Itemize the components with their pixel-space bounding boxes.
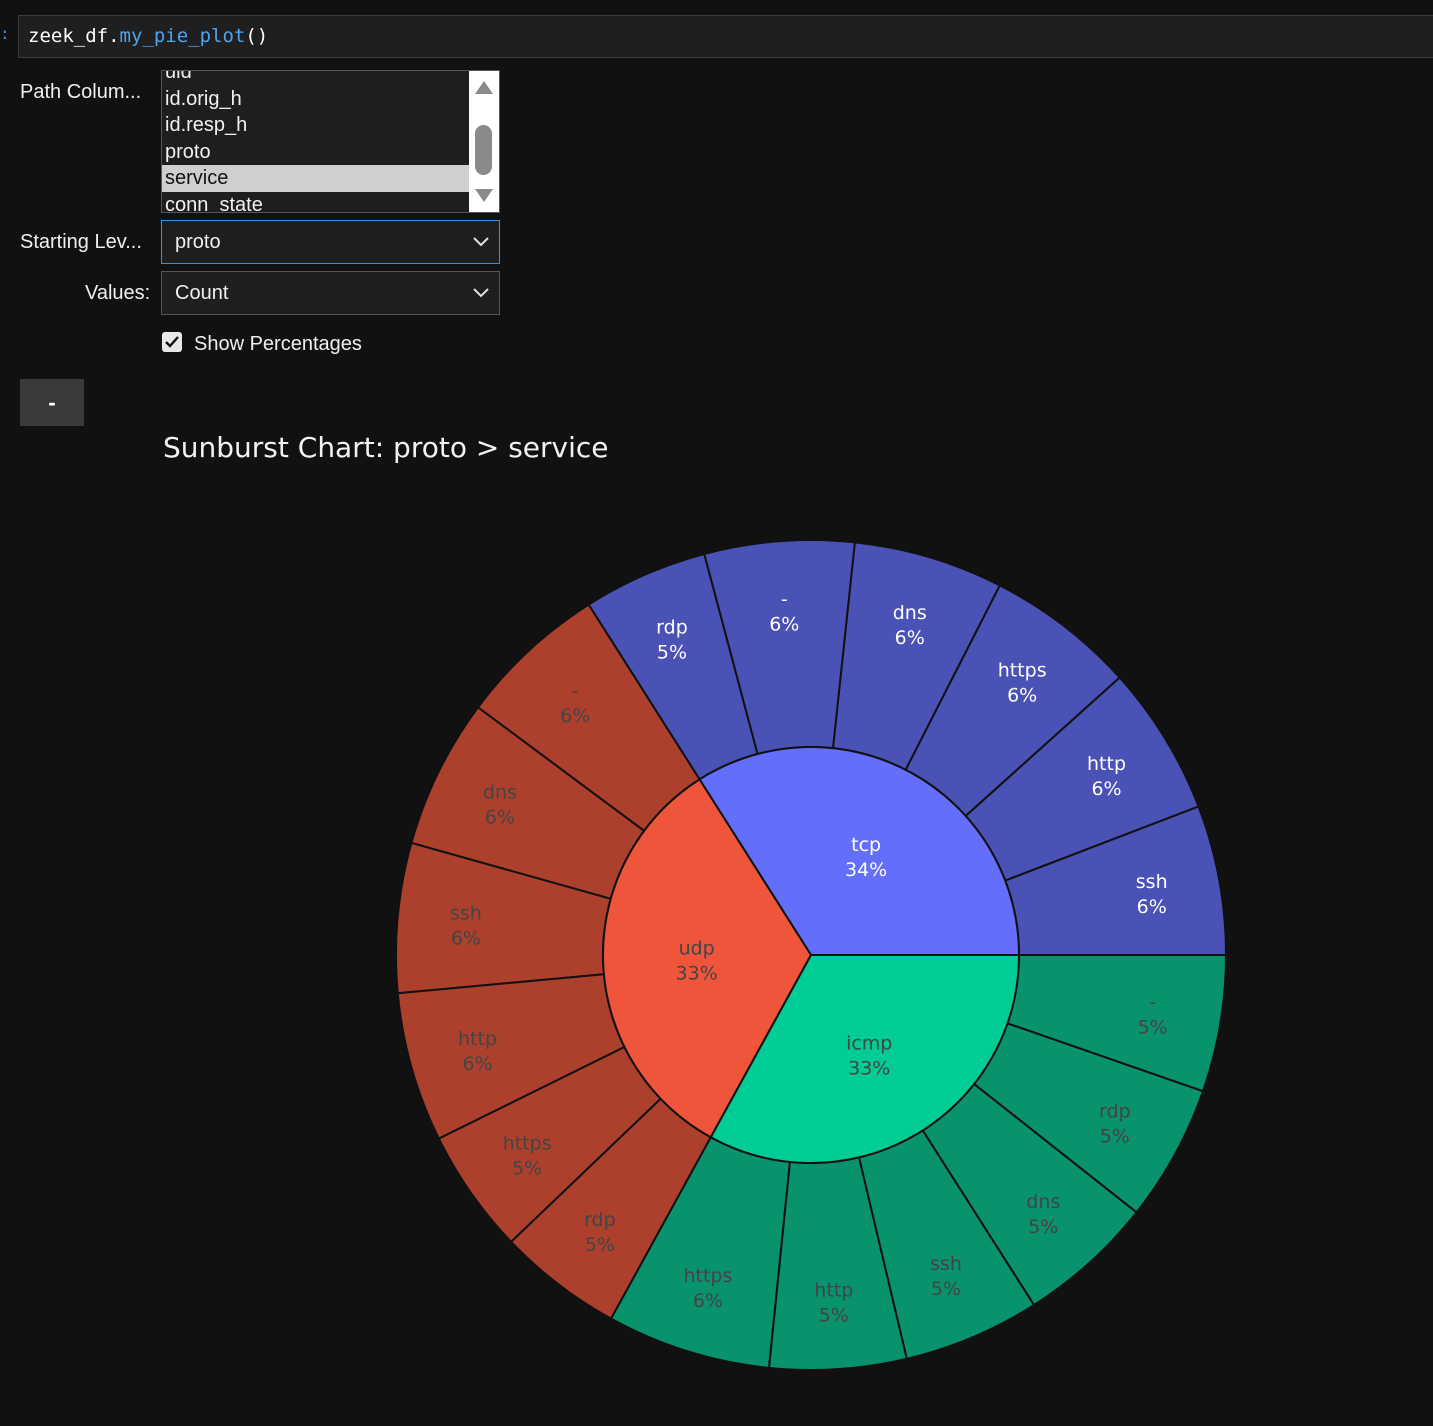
service-label-percent: 6% [895, 627, 925, 649]
service-label-name: dns [483, 781, 517, 803]
service-label-name: http [814, 1280, 853, 1302]
service-label-percent: 5% [585, 1234, 615, 1256]
service-label-name: rdp [1099, 1101, 1131, 1123]
service-label-name: https [683, 1265, 732, 1287]
service-label-name: http [458, 1028, 497, 1050]
proto-label-name: tcp [851, 834, 881, 856]
service-label-percent: 6% [1137, 896, 1167, 918]
service-label-percent: 5% [819, 1305, 849, 1327]
service-label-name: ssh [930, 1253, 962, 1275]
proto-label-percent: 34% [845, 859, 887, 881]
service-label-percent: 5% [657, 642, 687, 664]
service-label-percent: 6% [560, 705, 590, 727]
service-label-percent: 6% [1091, 778, 1121, 800]
sunburst-chart: ssh 6% http 6% https 6% dns 6% - 6% rdp 5% tcp 34% - 6%… [395, 539, 1228, 1371]
service-label-name: ssh [1136, 871, 1168, 893]
proto-label-name: udp [679, 938, 715, 960]
service-label-percent: 5% [1028, 1216, 1058, 1238]
proto-label-percent: 33% [676, 963, 718, 985]
service-label-name: - [781, 589, 788, 611]
service-label-percent: 5% [512, 1158, 542, 1180]
service-label-percent: 6% [462, 1053, 492, 1075]
service-label-percent: 6% [1007, 684, 1037, 706]
service-label-name: - [1149, 992, 1156, 1014]
service-label-name: https [998, 659, 1047, 681]
service-label-percent: 6% [451, 928, 481, 950]
proto-label-name: icmp [846, 1032, 892, 1054]
service-label-name: rdp [656, 617, 688, 639]
service-label-percent: 5% [931, 1278, 961, 1300]
service-label-name: http [1087, 753, 1126, 775]
service-label-percent: 6% [769, 614, 799, 636]
service-label-percent: 6% [485, 806, 515, 828]
service-label-percent: 6% [693, 1290, 723, 1312]
service-label-name: ssh [450, 903, 482, 925]
proto-label-percent: 33% [848, 1057, 890, 1079]
service-label-name: - [572, 680, 579, 702]
service-label-name: dns [1026, 1191, 1060, 1213]
service-label-name: dns [893, 602, 927, 624]
service-label-name: https [503, 1133, 552, 1155]
service-label-name: rdp [584, 1209, 616, 1231]
service-label-percent: 5% [1138, 1017, 1168, 1039]
service-label-percent: 5% [1100, 1126, 1130, 1148]
